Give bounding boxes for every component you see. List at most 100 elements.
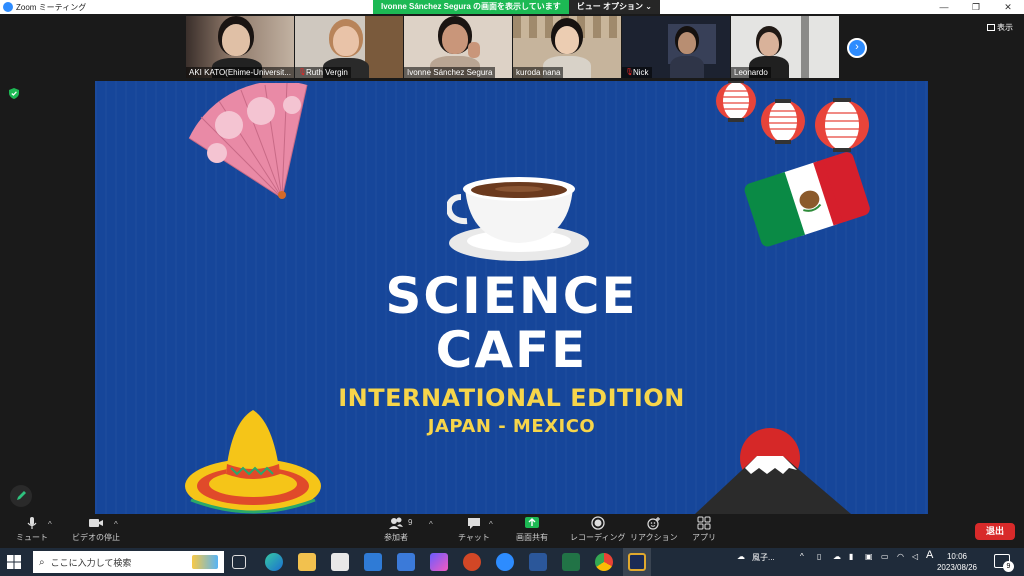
security-shield-icon[interactable] [9, 88, 19, 99]
notification-center-button[interactable]: 9 [994, 554, 1014, 572]
participant-video[interactable]: kuroda nana [513, 16, 621, 78]
file-explorer-icon[interactable] [298, 553, 316, 571]
clock-date: 2023/08/26 [936, 563, 978, 572]
participants-button[interactable]: 参加者 [384, 516, 408, 543]
participants-count: 9 [408, 518, 413, 527]
view-options-button[interactable]: ビュー オプション ⌄ [568, 0, 660, 14]
participant-face [555, 26, 579, 54]
taskbar-search-box[interactable]: ⌕ ここに入力して検索 [33, 551, 224, 573]
excel-icon[interactable] [562, 553, 580, 571]
chat-options-caret[interactable]: ^ [489, 520, 493, 529]
participant-name-tag: 🎙 Ruth Vergin [295, 67, 351, 78]
mute-options-caret[interactable]: ^ [48, 520, 52, 529]
smiley-plus-icon [647, 517, 660, 530]
minimize-button[interactable]: — [928, 0, 960, 14]
window-title: Zoom ミーティング [16, 2, 87, 12]
reactions-button[interactable]: リアクション [630, 516, 678, 543]
share-banner-text: Ivonne Sánchez Segura の画面を表示しています [373, 0, 569, 14]
chrome-icon[interactable] [595, 553, 613, 571]
zoom-taskbar-icon[interactable] [496, 553, 514, 571]
participants-icon [389, 517, 403, 529]
store-icon[interactable] [331, 553, 349, 571]
view-button[interactable]: 表示 [987, 22, 1013, 33]
participant-video[interactable]: 🎙 Nick [622, 16, 730, 78]
app-icon[interactable] [628, 553, 646, 571]
search-icon: ⌕ [39, 556, 45, 568]
windows-start-icon[interactable] [7, 555, 21, 569]
participant-name: Nick [633, 68, 649, 77]
participant-name-tag: AKI KATO(Ehime-Universit... [186, 67, 294, 78]
apps-button[interactable]: アプリ [692, 516, 716, 543]
app-icon[interactable] [430, 553, 448, 571]
word-icon[interactable] [529, 553, 547, 571]
participant-video[interactable]: Leonardo [731, 16, 839, 78]
weather-text[interactable]: 風子... [752, 552, 775, 563]
participants-options-caret[interactable]: ^ [429, 520, 433, 529]
participant-name: kuroda nana [516, 68, 561, 77]
next-participants-button[interactable]: › [847, 38, 867, 58]
windows-taskbar: ⌕ ここに入力して検索 ☁ 風子... ^ ▯ ☁ ▮ ▣ ▭ ◠ ◁ A 10… [0, 548, 1024, 576]
restore-button[interactable]: ❐ [960, 0, 992, 14]
meeting-controls: ミュート ^ ビデオの停止 ^ 参加者 9 ^ チャット ^ 画面共有 レコーデ… [0, 514, 1024, 548]
grid-icon [987, 24, 995, 31]
tray-icon[interactable]: ▯ [817, 552, 821, 561]
notification-count: 9 [1003, 561, 1014, 572]
volume-icon[interactable]: ◁ [912, 552, 918, 561]
title-bar: Zoom ミーティング Ivonne Sánchez Segura の画面を表示… [0, 0, 1024, 14]
search-highlight-icon [192, 555, 218, 569]
tray-icon[interactable]: ▣ [865, 552, 873, 561]
share-screen-icon [525, 517, 539, 528]
microphone-icon [27, 517, 37, 529]
zoom-window: Zoom ミーティング Ivonne Sánchez Segura の画面を表示… [0, 0, 1024, 576]
participant-name: Leonardo [734, 68, 768, 77]
leave-button[interactable]: 退出 [975, 523, 1015, 540]
stop-video-button[interactable]: ビデオの停止 [72, 516, 120, 543]
recording-button[interactable]: レコーディング [570, 516, 625, 543]
reactions-label: リアクション [630, 533, 678, 542]
mount-fuji-illustration [695, 428, 851, 514]
chat-button[interactable]: チャット [458, 516, 490, 543]
taskbar-clock[interactable]: 10:06 2023/08/26 [935, 551, 979, 573]
edge-browser-icon[interactable] [265, 553, 283, 571]
participant-hand [468, 42, 480, 58]
mail-icon[interactable] [364, 553, 382, 571]
onedrive-icon[interactable]: ☁ [833, 552, 841, 561]
zoom-app-icon [3, 2, 13, 12]
task-view-icon[interactable] [232, 555, 246, 569]
tray-icon[interactable]: ▮ [849, 552, 853, 561]
clock-time: 10:06 [946, 552, 968, 561]
powerpoint-icon[interactable] [463, 553, 481, 571]
participant-face [759, 32, 779, 56]
participant-video[interactable]: AKI KATO(Ehime-Universit... [186, 16, 294, 78]
mute-label: ミュート [16, 533, 48, 542]
shared-screen-slide: SCIENCE CAFE INTERNATIONAL EDITION JAPAN… [95, 81, 928, 514]
folding-fan-illustration [188, 83, 308, 199]
close-button[interactable]: ✕ [992, 0, 1024, 14]
app-icon[interactable] [397, 553, 415, 571]
stop-video-label: ビデオの停止 [72, 533, 120, 542]
participant-video[interactable]: 🎙 Ruth Vergin [295, 16, 403, 78]
ime-indicator[interactable]: A [926, 549, 933, 561]
share-screen-button[interactable]: 画面共有 [516, 516, 548, 543]
slide-title-line-1: SCIENCE [385, 267, 638, 325]
view-label: 表示 [997, 23, 1013, 32]
meeting-area: AKI KATO(Ehime-Universit... 🎙 Ruth Vergin… [0, 14, 1024, 514]
mute-button[interactable]: ミュート [16, 516, 48, 543]
apps-label: アプリ [692, 533, 716, 542]
participant-name: Ruth Vergin [306, 68, 348, 77]
video-options-caret[interactable]: ^ [114, 520, 118, 529]
apps-icon [697, 516, 711, 530]
video-camera-icon [89, 519, 103, 527]
participant-face [222, 24, 250, 56]
weather-icon[interactable]: ☁ [737, 552, 745, 561]
show-hidden-icons-caret[interactable]: ^ [800, 552, 804, 561]
battery-icon[interactable]: ▭ [881, 552, 889, 561]
participant-name-tag: Leonardo [731, 67, 771, 78]
chat-label: チャット [458, 533, 490, 542]
annotate-button[interactable] [10, 485, 32, 507]
recording-label: レコーディング [570, 533, 626, 542]
participant-video[interactable]: Ivonne Sánchez Segura [404, 16, 512, 78]
search-placeholder: ここに入力して検索 [50, 557, 132, 568]
wifi-icon[interactable]: ◠ [897, 552, 904, 561]
participant-face [678, 32, 696, 54]
